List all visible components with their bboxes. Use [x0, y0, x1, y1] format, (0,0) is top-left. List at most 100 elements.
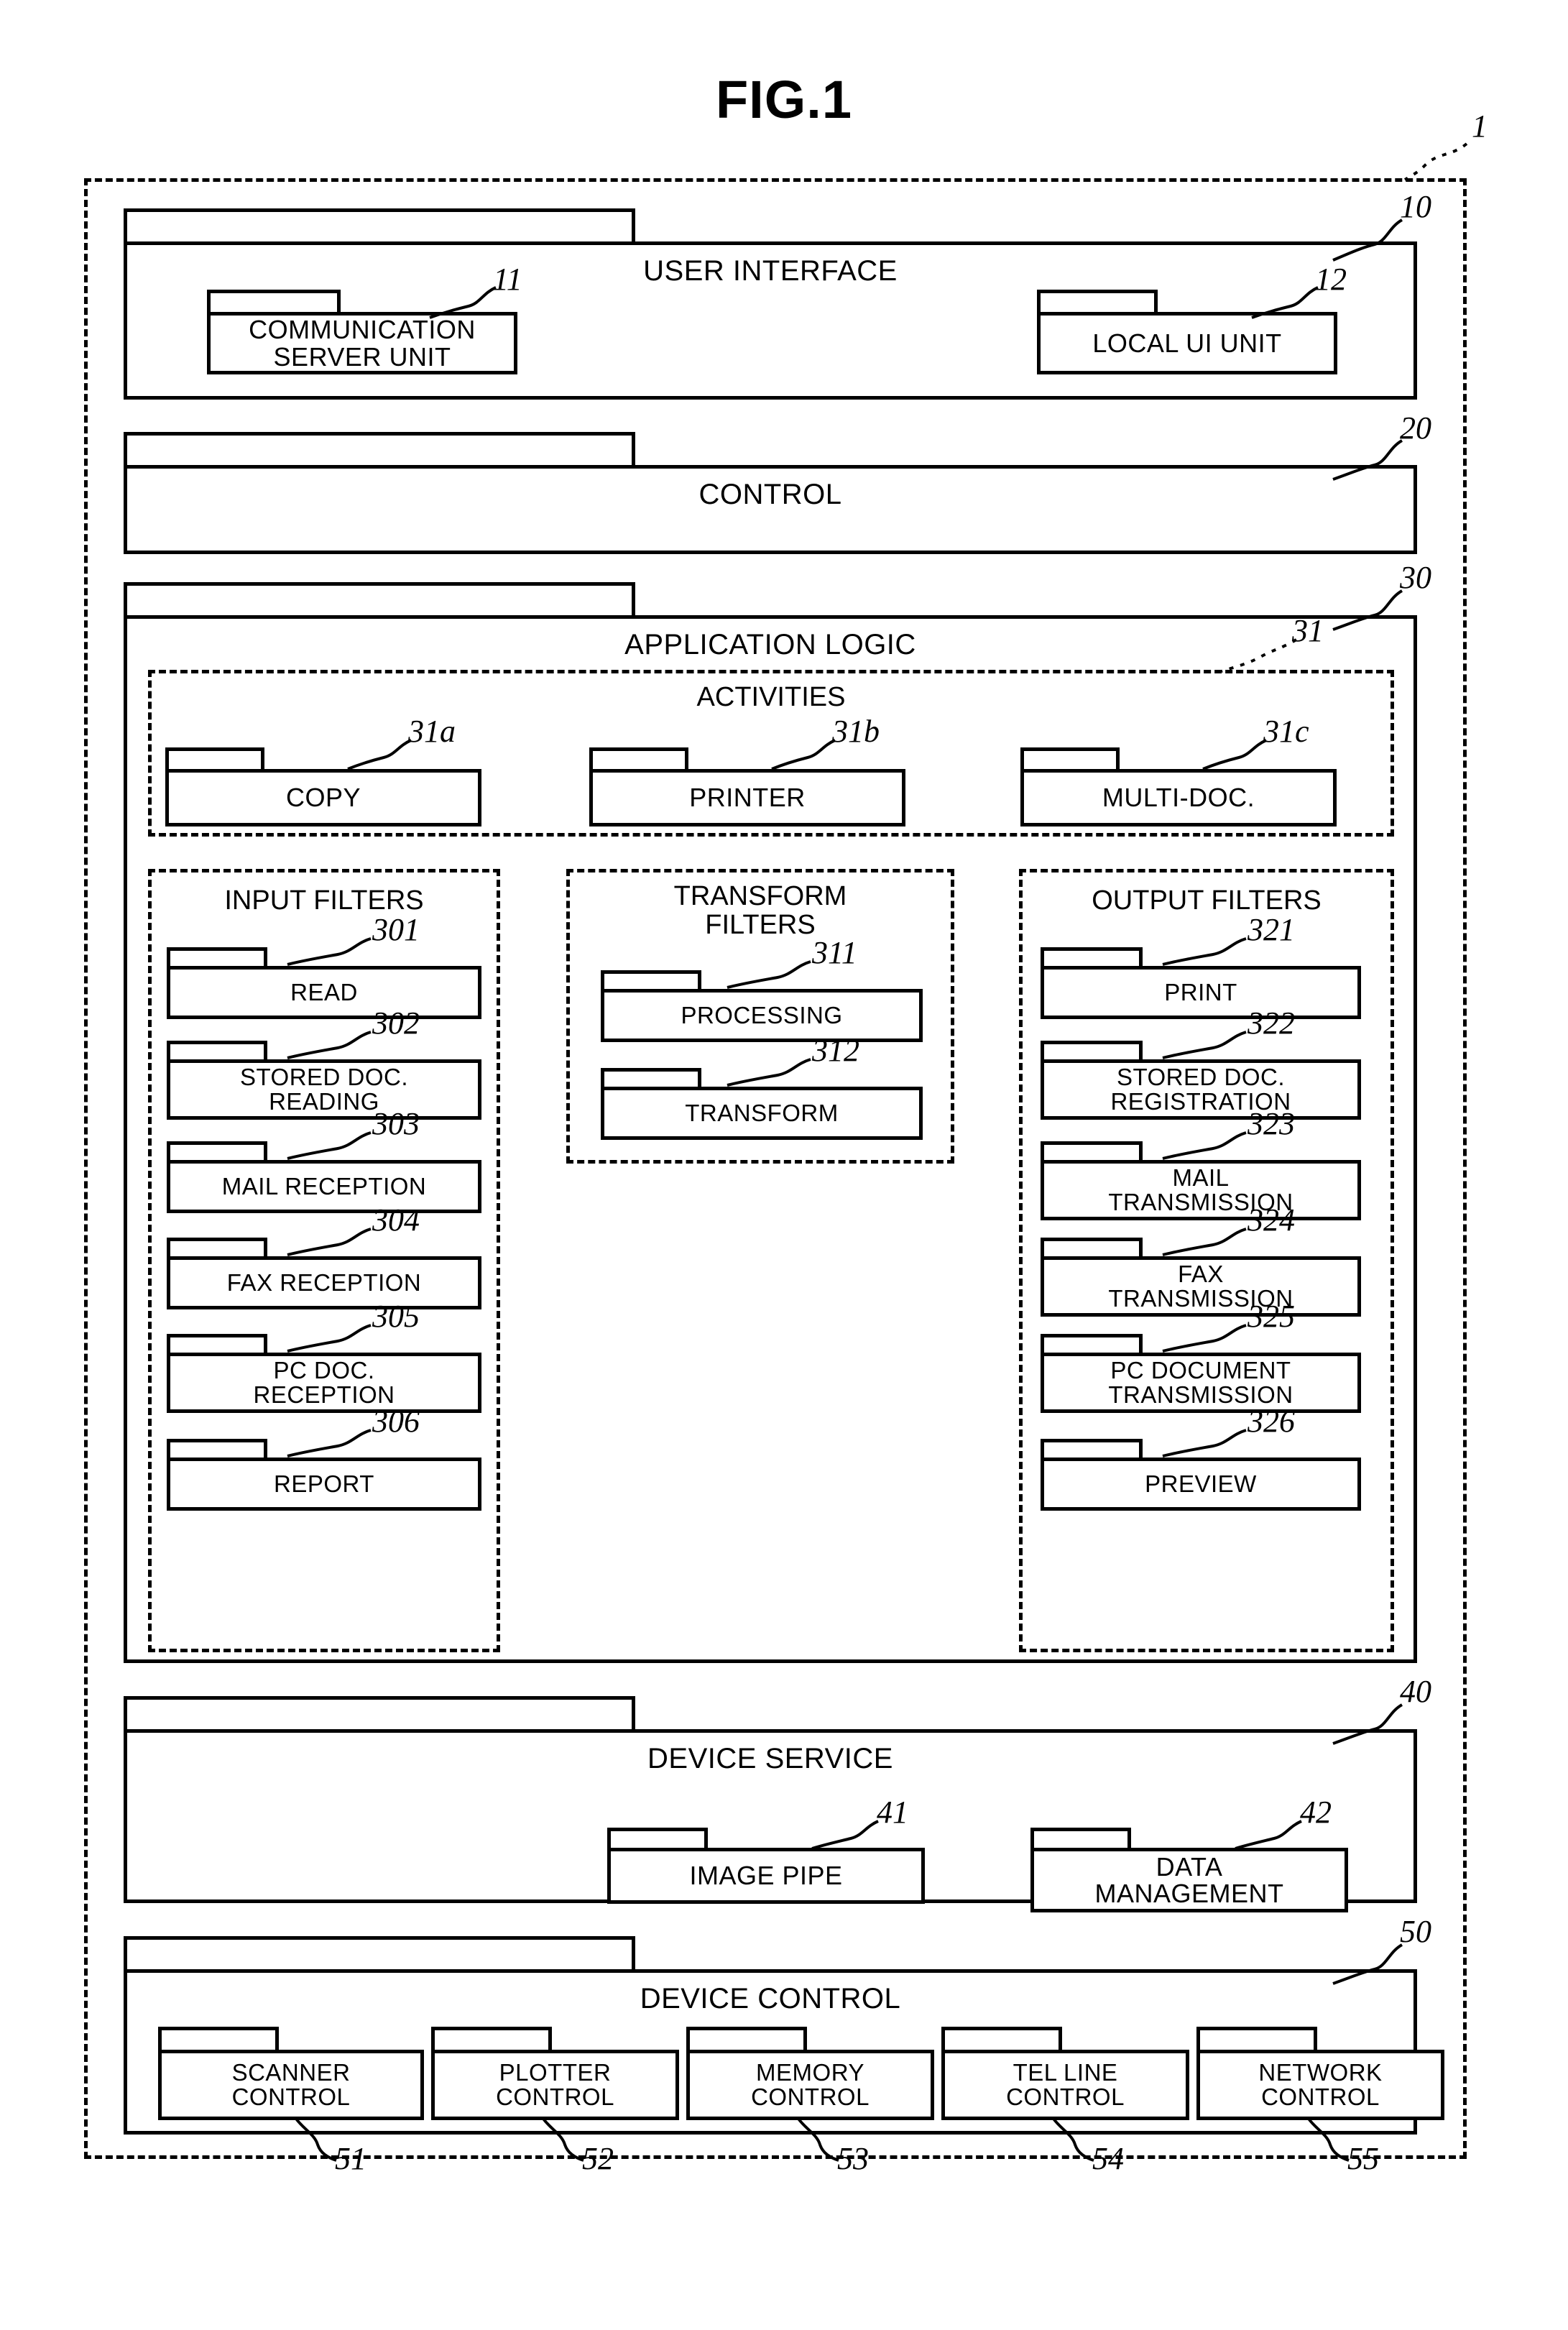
leader-line-312: [727, 1058, 811, 1087]
ref-number-325: 325: [1248, 1299, 1295, 1334]
leader-line-324: [1162, 1228, 1247, 1256]
figure-title: FIG.1: [715, 70, 853, 129]
folder-body: PC DOC. RECEPTION: [167, 1353, 481, 1413]
leader-line-20: [1332, 439, 1403, 481]
ref-number-55: 55: [1347, 2141, 1379, 2176]
folder-body: PROCESSING: [601, 989, 923, 1042]
leader-line-303: [287, 1131, 372, 1160]
leader-line-31b: [771, 739, 836, 770]
folder-tab: [1041, 1334, 1143, 1353]
ref-number-11: 11: [493, 262, 522, 297]
folder-body: READ: [167, 966, 481, 1019]
leader-line-323: [1162, 1131, 1247, 1160]
component-label: PREVIEW: [1145, 1470, 1257, 1497]
ref-number-322: 322: [1248, 1005, 1295, 1041]
ref-number-52: 52: [582, 2141, 614, 2176]
leader-line-326: [1162, 1429, 1247, 1458]
ref-number-54: 54: [1092, 2141, 1124, 2176]
folder-body: NETWORK CONTROL: [1196, 2050, 1444, 2120]
folder-tab: [207, 290, 341, 312]
ref-number-321: 321: [1248, 912, 1295, 947]
folder-tab: [686, 2027, 807, 2050]
leader-line-30: [1332, 589, 1403, 631]
folder-body: MULTI-DOC.: [1020, 769, 1337, 826]
leader-line-311: [727, 960, 811, 989]
component-memory-control: MEMORY CONTROL: [686, 2027, 934, 2120]
ref-number-system: 1: [1472, 109, 1488, 144]
folder-body: FAX TRANSMISSION: [1041, 1256, 1361, 1317]
folder-tab: [124, 208, 635, 241]
ref-number-301: 301: [372, 912, 420, 947]
folder-tab: [1041, 947, 1143, 966]
group-title: OUTPUT FILTERS: [1092, 885, 1322, 916]
leader-line-system: [1403, 142, 1468, 181]
ref-number-326: 326: [1248, 1404, 1295, 1439]
leader-line-306: [287, 1429, 372, 1458]
folder-body: TRANSFORM: [601, 1087, 923, 1140]
folder-tab: [167, 947, 267, 966]
ref-number-50: 50: [1400, 1914, 1431, 1949]
component-label: REPORT: [274, 1470, 374, 1497]
component-multi-doc: MULTI-DOC.: [1020, 747, 1337, 826]
component-label: MAIL RECEPTION: [221, 1172, 427, 1199]
folder-body: DATA MANAGEMENT: [1030, 1848, 1348, 1912]
leader-line-42: [1235, 1820, 1302, 1850]
layer-title: USER INTERFACE: [643, 255, 898, 287]
folder-tab: [589, 747, 688, 769]
layer-title: DEVICE CONTROL: [640, 1983, 901, 2014]
folder-body: FAX RECEPTION: [167, 1256, 481, 1309]
ref-number-53: 53: [837, 2141, 869, 2176]
component-label: PC DOCUMENT TRANSMISSION: [1108, 1356, 1293, 1408]
component-tel-line-control: TEL LINE CONTROL: [941, 2027, 1189, 2120]
layer-title: CONTROL: [698, 479, 842, 510]
folder-body: PRINTER: [589, 769, 905, 826]
folder-tab: [1041, 1238, 1143, 1256]
layer-control: CONTROL: [124, 432, 1417, 554]
folder-tab: [124, 1936, 635, 1969]
leader-line-40: [1332, 1703, 1403, 1745]
folder-tab: [167, 1334, 267, 1353]
ref-number-31a: 31a: [408, 714, 456, 749]
component-label: PC DOC. RECEPTION: [253, 1356, 395, 1408]
component-label: IMAGE PIPE: [689, 1861, 843, 1891]
ref-number-20: 20: [1400, 410, 1431, 446]
ref-number-40: 40: [1400, 1674, 1431, 1709]
folder-tab: [167, 1041, 267, 1059]
folder-body: COPY: [165, 769, 481, 826]
component-plotter-control: PLOTTER CONTROL: [431, 2027, 679, 2120]
folder-body: CONTROL: [124, 465, 1417, 554]
folder-tab: [1037, 290, 1158, 312]
leader-line-54: [1052, 2117, 1094, 2162]
layer-title: DEVICE SERVICE: [647, 1743, 893, 1774]
ref-number-304: 304: [372, 1202, 420, 1238]
folder-body: TEL LINE CONTROL: [941, 2050, 1189, 2120]
leader-line-11: [429, 286, 497, 319]
leader-line-55: [1307, 2117, 1350, 2162]
leader-line-322: [1162, 1031, 1247, 1059]
ref-number-303: 303: [372, 1106, 420, 1141]
folder-tab: [601, 970, 701, 989]
folder-tab: [165, 747, 264, 769]
ref-number-42: 42: [1300, 1795, 1332, 1830]
leader-line-53: [797, 2117, 839, 2162]
leader-line-304: [287, 1228, 372, 1256]
folder-body: PLOTTER CONTROL: [431, 2050, 679, 2120]
component-label: FAX RECEPTION: [226, 1268, 422, 1296]
ref-number-311: 311: [812, 935, 857, 970]
ref-number-30: 30: [1400, 560, 1431, 595]
ref-number-324: 324: [1248, 1202, 1295, 1238]
folder-body: LOCAL UI UNIT: [1037, 312, 1337, 374]
folder-tab: [124, 1696, 635, 1729]
component-label: MULTI-DOC.: [1102, 783, 1255, 813]
leader-line-305: [287, 1324, 372, 1353]
ref-number-41: 41: [877, 1795, 908, 1830]
component-label: READ: [290, 978, 358, 1005]
folder-tab: [167, 1238, 267, 1256]
folder-tab: [607, 1828, 708, 1848]
component-label: TRANSFORM: [685, 1099, 839, 1126]
ref-number-31b: 31b: [832, 714, 880, 749]
folder-body: REPORT: [167, 1458, 481, 1511]
component-scanner-control: SCANNER CONTROL: [158, 2027, 424, 2120]
component-network-control: NETWORK CONTROL: [1196, 2027, 1444, 2120]
leader-line-325: [1162, 1324, 1247, 1353]
